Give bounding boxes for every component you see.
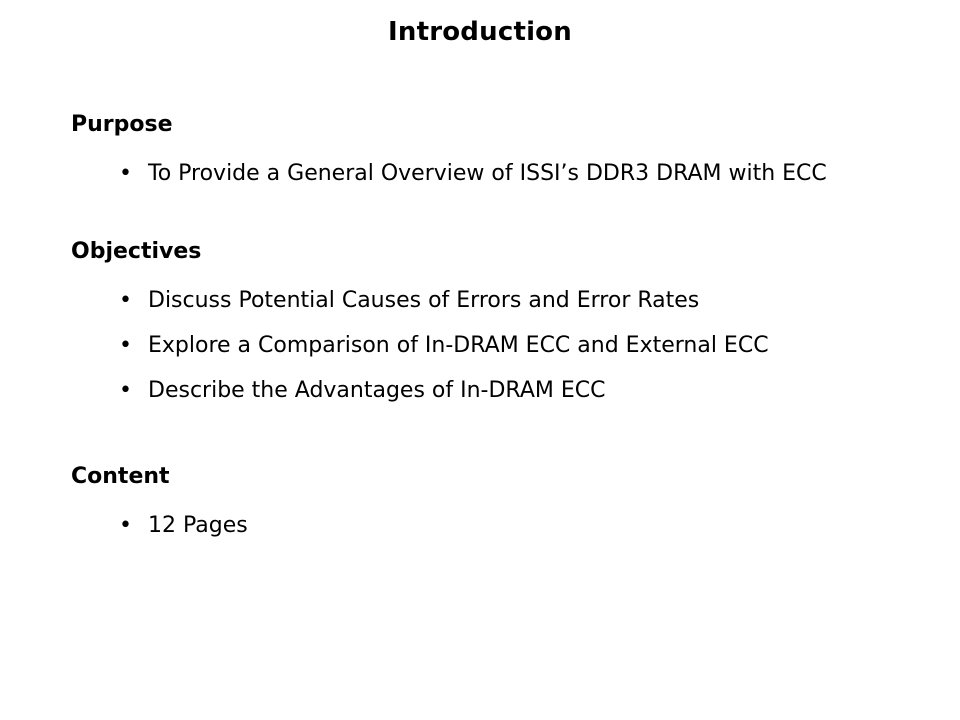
page-title: Introduction (388, 17, 572, 47)
list-item-label: Explore a Comparison of In-DRAM ECC and … (148, 333, 769, 358)
section-heading-objectives: Objectives (71, 239, 202, 264)
list-item: • Describe the Advantages of In-DRAM ECC (71, 368, 931, 413)
section-heading-purpose: Purpose (71, 112, 173, 137)
bullet-list-purpose: • To Provide a General Overview of ISSI’… (71, 151, 931, 196)
bullet-list-content: • 12 Pages (71, 503, 931, 548)
bullet-list-objectives: • Discuss Potential Causes of Errors and… (71, 278, 931, 413)
bullet-dot-icon: • (119, 161, 132, 186)
section-purpose: Purpose • To Provide a General Overview … (71, 112, 931, 196)
slide-body: Purpose • To Provide a General Overview … (71, 112, 931, 548)
list-item-label: 12 Pages (148, 513, 248, 538)
list-item-label: To Provide a General Overview of ISSI’s … (148, 161, 827, 186)
bullet-dot-icon: • (119, 378, 132, 403)
bullet-dot-icon: • (119, 513, 132, 538)
section-content: Content • 12 Pages (71, 464, 931, 548)
list-item-label: Discuss Potential Causes of Errors and E… (148, 288, 700, 313)
bullet-dot-icon: • (119, 288, 132, 313)
list-item-label: Describe the Advantages of In-DRAM ECC (148, 378, 606, 403)
section-heading-content: Content (71, 464, 170, 489)
list-item: • Explore a Comparison of In-DRAM ECC an… (71, 323, 931, 368)
section-objectives: Objectives • Discuss Potential Causes of… (71, 239, 931, 413)
list-item: • 12 Pages (71, 503, 931, 548)
list-item: • Discuss Potential Causes of Errors and… (71, 278, 931, 323)
bullet-dot-icon: • (119, 333, 132, 358)
slide: Introduction Purpose • To Provide a Gene… (0, 0, 960, 720)
list-item: • To Provide a General Overview of ISSI’… (71, 151, 931, 196)
